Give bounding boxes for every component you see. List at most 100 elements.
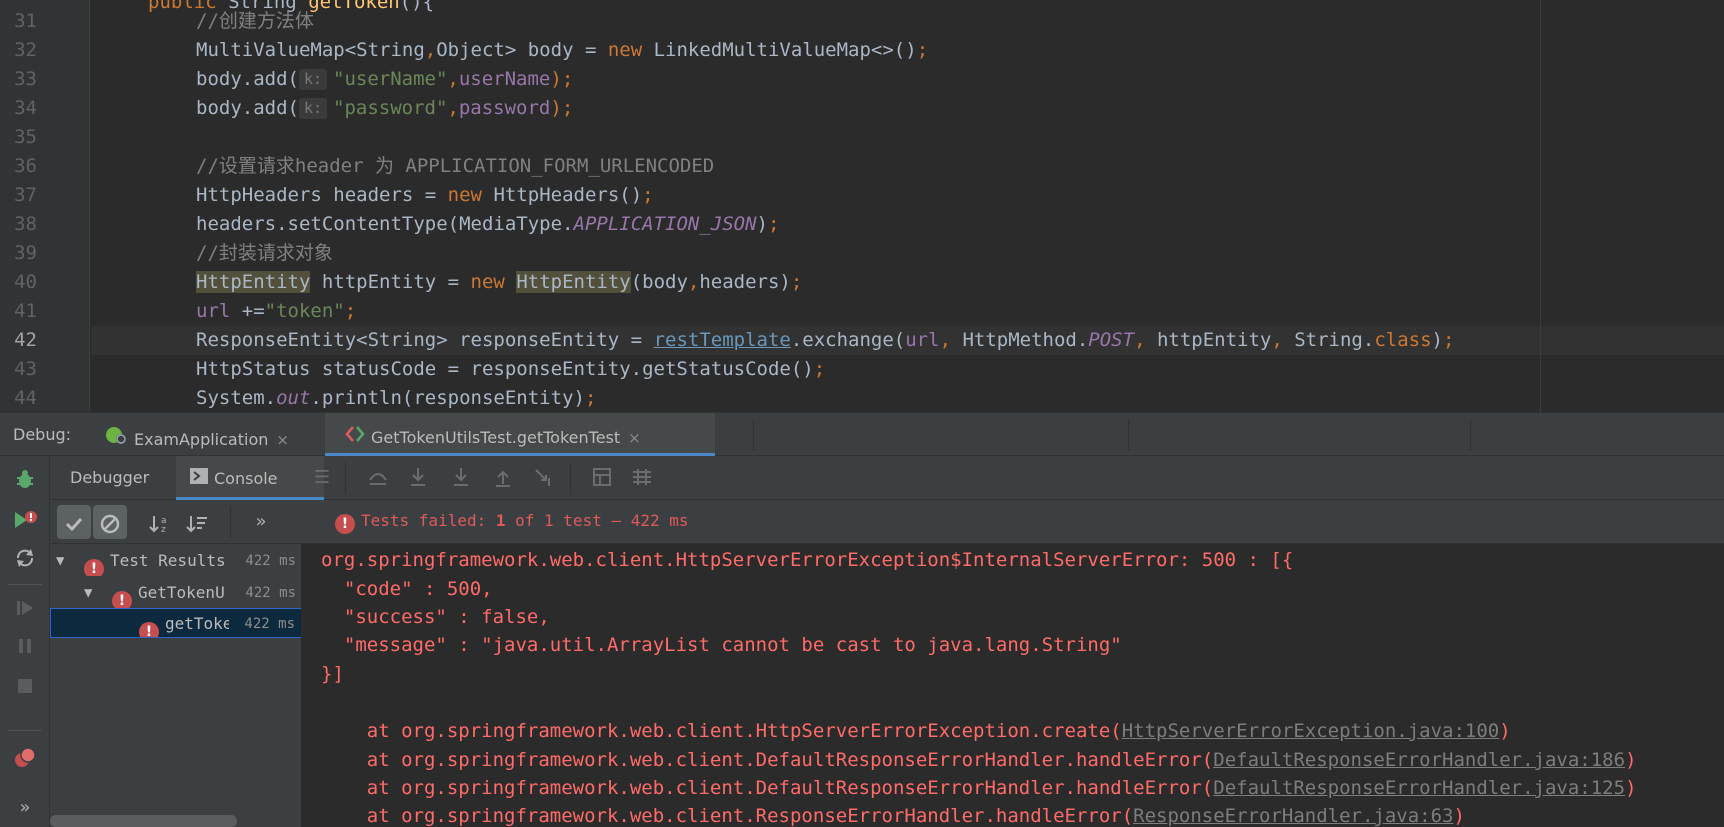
debug-label: Debug: [13, 425, 72, 444]
sort-by-duration-icon[interactable] [180, 505, 214, 539]
show-passed-toggle[interactable] [57, 505, 91, 539]
tab-divider [1128, 419, 1129, 451]
code-line-31: //创建方法体 [196, 10, 314, 32]
toolbar-divider [345, 462, 346, 494]
stack-frame-link[interactable]: DefaultResponseErrorHandler.java:125 [1213, 777, 1625, 799]
parameter-hint: k: [298, 98, 328, 119]
tab-label: Console [214, 469, 278, 488]
stack-frame: at org.springframework.web.client.Defaul… [321, 777, 1637, 799]
tree-node-test-results[interactable]: ▼ ! Test Results 422 ms [50, 546, 301, 576]
trace-current-stream-icon[interactable] [630, 466, 654, 490]
stack-frame: at org.springframework.web.client.HttpSe… [321, 720, 1511, 742]
svg-text:z: z [161, 525, 166, 535]
step-into-icon[interactable] [449, 466, 473, 490]
step-out-icon[interactable] [491, 466, 515, 490]
console-line: "code" : 500, [321, 578, 493, 600]
code-line-33: body.add(k: "userName",userName); [196, 68, 574, 90]
pause-icon[interactable] [10, 634, 40, 662]
code-line-34: body.add(k: "password",password); [196, 97, 574, 119]
toolbar-divider [230, 506, 231, 538]
stack-frame: at org.springframework.web.client.Defaul… [321, 749, 1637, 771]
debug-tool-window-header: Debug: ExamApplication × GetTokenUtilsTes… [0, 412, 1724, 456]
line-number: 37 [14, 184, 37, 206]
strip-divider [8, 730, 42, 731]
code-line-44: System.out.println(responseEntity); [196, 387, 597, 409]
tab-divider [1470, 419, 1471, 451]
resume-icon[interactable] [10, 596, 40, 624]
rerun-failed-tests-icon[interactable] [10, 508, 40, 536]
session-tab-label: ExamApplication [134, 430, 269, 449]
session-tab-exam-application[interactable]: ExamApplication × [100, 413, 315, 456]
console-line: }] [321, 663, 344, 685]
run-to-cursor-icon[interactable] [532, 466, 556, 490]
expand-arrow-icon[interactable]: ▼ [84, 578, 92, 608]
more-actions-icon[interactable]: » [244, 505, 278, 539]
code-line-42: ResponseEntity<String> responseEntity = … [196, 329, 1455, 351]
line-number-current: 42 [14, 329, 37, 351]
test-results-tree: ▼ ! Test Results 422 ms ▼ ! GetTokenU 42… [50, 544, 302, 827]
rerun-icon[interactable] [10, 546, 40, 574]
tab-console[interactable]: Console [176, 456, 324, 500]
tab-label: Debugger [70, 468, 150, 487]
code-line-32: MultiValueMap<String,Object> body = new … [196, 39, 929, 61]
line-number: 33 [14, 68, 37, 90]
code-line-39: //封装请求对象 [196, 242, 333, 264]
step-over-icon[interactable] [406, 466, 430, 490]
session-tab-get-token-test[interactable]: GetTokenUtilsTest.getTokenTest × [325, 413, 715, 456]
parameter-hint: k: [298, 69, 328, 90]
junit-icon [345, 425, 365, 447]
test-runner-toolbar: az » ! Tests failed: 1 of 1 test – 422 ms [50, 500, 1724, 544]
close-icon[interactable]: × [276, 431, 289, 449]
expand-arrow-icon[interactable]: ▼ [56, 546, 64, 576]
horizontal-scrollbar[interactable] [50, 815, 237, 827]
stop-icon[interactable] [10, 674, 40, 702]
debugger-tab-bar: Debugger Console ☰ [50, 456, 1724, 500]
code-line-37: HttpHeaders headers = new HttpHeaders(); [196, 184, 654, 206]
console-output[interactable]: org.springframework.web.client.HttpServe… [302, 544, 1724, 827]
tree-node-test-class[interactable]: ▼ ! GetTokenU 422 ms [50, 578, 301, 608]
code-line-43: HttpStatus statusCode = responseEntity.g… [196, 358, 826, 380]
line-number: 34 [14, 97, 37, 119]
stack-frame: at org.springframework.web.client.Respon… [321, 805, 1465, 827]
spring-boot-icon [104, 425, 128, 449]
line-number: 38 [14, 213, 37, 235]
line-number: 40 [14, 271, 37, 293]
tree-node-test-method[interactable]: ! getToke 422 ms [50, 608, 301, 638]
evaluate-expression-icon[interactable] [590, 466, 614, 490]
error-icon: ! [335, 514, 355, 534]
code-editor[interactable]: 31 32 33 34 35 36 37 38 39 40 41 42 43 4… [0, 0, 1724, 412]
strip-divider [8, 584, 42, 585]
sort-alphabetically-icon[interactable]: az [143, 505, 177, 539]
code-line-38: headers.setContentType(MediaType.APPLICA… [196, 213, 780, 235]
error-icon: ! [84, 551, 110, 576]
error-icon: ! [112, 583, 138, 608]
console-line: org.springframework.web.client.HttpServe… [321, 549, 1294, 571]
close-icon[interactable]: × [628, 429, 641, 447]
stack-frame-link[interactable]: HttpServerErrorException.java:100 [1122, 720, 1500, 742]
toolbar-divider [570, 462, 571, 494]
debug-bug-icon[interactable] [10, 468, 40, 496]
line-number: 44 [14, 387, 37, 409]
line-number: 43 [14, 358, 37, 380]
show-execution-point-icon[interactable] [366, 466, 390, 490]
test-status: ! Tests failed: 1 of 1 test – 422 ms [335, 511, 689, 534]
session-tab-label: GetTokenUtilsTest.getTokenTest [371, 428, 621, 447]
line-number: 39 [14, 242, 37, 264]
failed-count: 1 [495, 511, 506, 530]
rest-template-link[interactable]: restTemplate [654, 329, 791, 351]
line-number: 36 [14, 155, 37, 177]
error-icon: ! [139, 614, 165, 637]
line-number-gutter: 31 32 33 34 35 36 37 38 39 40 41 42 43 4… [0, 0, 90, 412]
line-number: 31 [14, 10, 37, 32]
stack-frame-link[interactable]: ResponseErrorHandler.java:63 [1133, 805, 1453, 827]
threads-icon[interactable]: ☰ [310, 466, 334, 490]
line-number: 32 [14, 39, 37, 61]
code-line-36: //设置请求header 为 APPLICATION_FORM_URLENCOD… [196, 155, 715, 177]
line-number: 35 [14, 126, 37, 148]
more-actions-icon[interactable]: » [10, 794, 40, 822]
tab-debugger[interactable]: Debugger [50, 456, 162, 500]
stack-frame-link[interactable]: DefaultResponseErrorHandler.java:186 [1213, 749, 1625, 771]
breakpoints-icon[interactable] [10, 746, 40, 774]
code-line-40: HttpEntity httpEntity = new HttpEntity(b… [196, 271, 803, 293]
show-ignored-toggle[interactable] [93, 505, 127, 539]
